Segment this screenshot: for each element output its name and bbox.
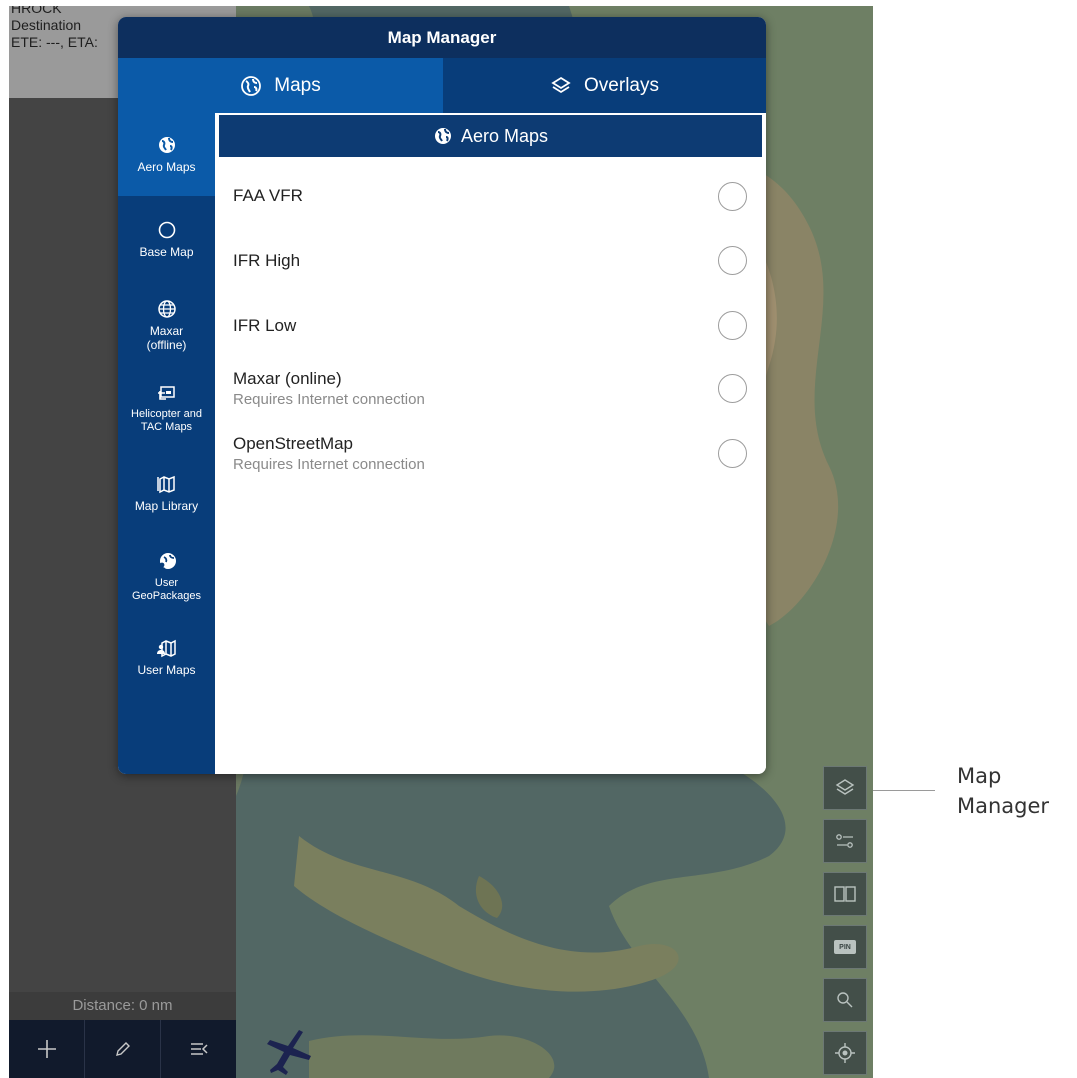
search-button[interactable] [823,978,867,1022]
bottom-toolbar [9,1020,236,1078]
callout-line [873,790,935,791]
dialog-body: Aero Maps Base Map Maxar (offline) Helic… [118,113,766,774]
sidebar-item-label: Map Library [134,498,199,513]
map-option-label: IFR Low [233,316,297,335]
map-settings-button[interactable] [823,819,867,863]
settings-sliders-icon [834,830,856,852]
map-option-maxar-online[interactable]: Maxar (online) Requires Internet connect… [233,368,753,409]
sidebar-item-label: Helicopter and TAC Maps [131,408,202,433]
dialog-title: Map Manager [118,17,766,58]
helicopter-map-icon [157,385,177,403]
globe-americas-icon [433,126,453,146]
layers-icon [834,777,856,799]
split-view-icon [833,884,857,904]
locate-button[interactable] [823,1031,867,1075]
callout-line-2: Manager [957,794,1050,818]
map-option-openstreetmap[interactable]: OpenStreetMap Requires Internet connecti… [233,433,753,474]
tab-bar: Maps Overlays [118,58,766,113]
globe-grid-icon [157,299,177,319]
pin-icon: PIN [834,940,856,954]
map-option-label: Maxar (online) [233,369,342,388]
sidebar-item-aero-maps[interactable]: Aero Maps [118,113,215,196]
user-map-icon [156,638,177,658]
radio-button[interactable] [718,311,747,340]
aircraft-icon [259,1026,315,1078]
section-header: Aero Maps [219,115,762,157]
map-option-ifr-high[interactable]: IFR High [233,246,753,275]
distance-readout: Distance: 0 nm [9,992,236,1020]
section-header-label: Aero Maps [460,125,549,146]
add-waypoint-button[interactable] [9,1020,85,1078]
sidebar-item-base-map[interactable]: Base Map [118,196,215,283]
pin-label: PIN [839,943,851,951]
map-category-sidebar: Aero Maps Base Map Maxar (offline) Helic… [118,113,215,774]
sidebar-item-label: Maxar (offline) [146,324,187,352]
pin-button[interactable]: PIN [823,925,867,969]
route-name: HROCK [11,6,62,16]
map-option-label: IFR High [233,251,301,270]
sidebar-item-helicopter-tac-maps[interactable]: Helicopter and TAC Maps [118,368,215,451]
sidebar-item-map-library[interactable]: Map Library [118,451,215,535]
map-library-icon [156,474,177,494]
map-option-label: FAA VFR [233,186,303,205]
tab-maps-label: Maps [274,74,321,96]
sidebar-item-label: Base Map [139,245,194,259]
map-manager-button[interactable] [823,766,867,810]
map-manager-dialog: Map Manager Maps Overlays Aero Maps Base… [118,17,766,774]
locate-icon [834,1042,856,1064]
map-option-faa-vfr[interactable]: FAA VFR [233,182,753,211]
split-view-button[interactable] [823,872,867,916]
radio-button[interactable] [718,439,747,468]
globe-icon [240,75,262,97]
sidebar-item-label: User GeoPackages [131,576,202,602]
map-option-label: OpenStreetMap [233,434,354,453]
pencil-icon [114,1040,132,1058]
edit-route-button[interactable] [85,1020,161,1078]
sidebar-item-label: User Maps [137,662,196,677]
globe-americas-icon [157,135,177,155]
layers-icon [550,75,572,97]
user-globe-icon [156,552,178,572]
radio-button[interactable] [718,246,747,275]
sidebar-item-label: Aero Maps [137,160,196,174]
route-list-icon [189,1041,209,1057]
radio-button[interactable] [718,374,747,403]
route-list-button[interactable] [161,1020,236,1078]
map-option-ifr-low[interactable]: IFR Low [233,311,753,340]
map-option-sublabel: Requires Internet connection [233,391,425,408]
sidebar-item-maxar-offline[interactable]: Maxar (offline) [118,283,215,368]
tab-overlays-label: Overlays [584,74,659,96]
search-icon [835,990,855,1010]
circle-icon [157,220,177,240]
maps-list-panel: Aero Maps FAA VFR IFR High IFR Low Maxar… [215,113,766,774]
right-toolbar: PIN [823,766,867,1078]
tab-maps[interactable]: Maps [118,58,443,113]
sidebar-item-user-maps[interactable]: User Maps [118,619,215,695]
map-manager-callout: Map Manager [957,761,1049,821]
radio-button[interactable] [718,182,747,211]
tab-overlays[interactable]: Overlays [443,58,766,113]
callout-line-1: Map [957,764,1002,788]
map-option-sublabel: Requires Internet connection [233,456,425,473]
sidebar-item-user-geopackages[interactable]: User GeoPackages [118,535,215,619]
plus-icon [36,1038,58,1060]
